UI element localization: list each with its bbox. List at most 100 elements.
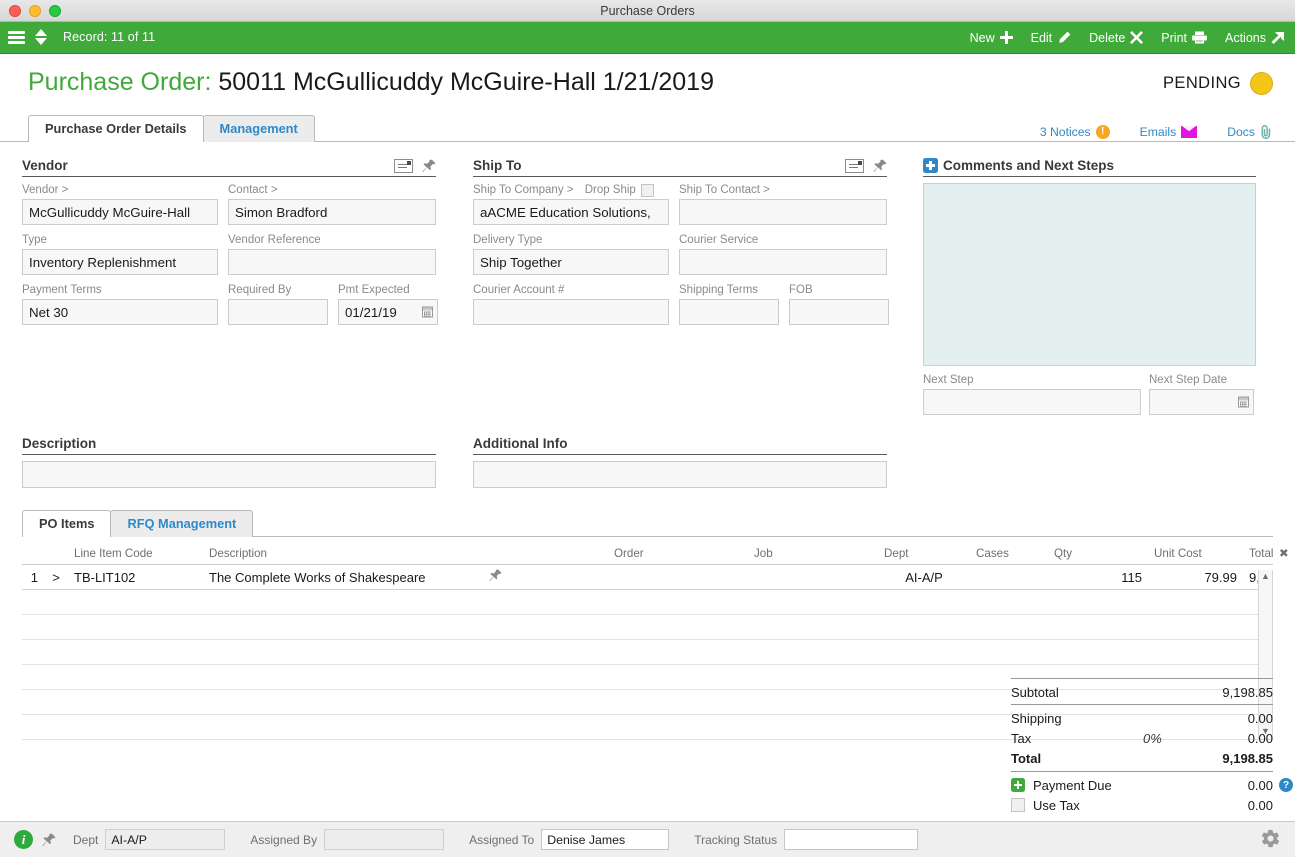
- plus-icon: [999, 31, 1013, 44]
- next-step-date-input-wrap[interactable]: [1149, 389, 1254, 415]
- actions-button[interactable]: Actions: [1225, 31, 1285, 45]
- use-tax-checkbox[interactable]: [1011, 798, 1025, 812]
- info-icon[interactable]: i: [14, 830, 33, 849]
- tax-rate[interactable]: 0%: [1143, 731, 1195, 746]
- row-description[interactable]: The Complete Works of Shakespeare: [203, 564, 483, 590]
- description-input[interactable]: [22, 461, 436, 488]
- print-button[interactable]: Print: [1161, 31, 1207, 45]
- vendor-list-view-icon[interactable]: [394, 158, 413, 173]
- col-qty[interactable]: Qty: [1048, 546, 1148, 565]
- row-order[interactable]: [608, 564, 748, 590]
- delete-button[interactable]: Delete: [1089, 31, 1144, 45]
- row-unit-cost[interactable]: 79.99: [1148, 564, 1243, 590]
- col-description[interactable]: Description: [203, 546, 483, 565]
- required-by-input[interactable]: [228, 299, 328, 325]
- status-pin-icon[interactable]: [42, 833, 56, 847]
- shipping-value[interactable]: 0.00: [1195, 711, 1273, 726]
- vendor-field-label[interactable]: Vendor >: [22, 184, 218, 197]
- add-comment-icon[interactable]: [923, 158, 938, 173]
- menu-icon[interactable]: [8, 29, 25, 47]
- total-row: Total 9,198.85: [1011, 748, 1273, 768]
- table-row[interactable]: [22, 614, 1273, 640]
- row-expand-chevron-icon[interactable]: >: [44, 564, 68, 590]
- col-dept[interactable]: Dept: [878, 546, 970, 565]
- row-line-item-code[interactable]: TB-LIT102: [68, 564, 203, 590]
- vendor-pin-icon[interactable]: [422, 159, 436, 173]
- ship-to-contact-label[interactable]: Ship To Contact >: [679, 184, 887, 197]
- next-step-input[interactable]: [923, 389, 1141, 415]
- row-dept[interactable]: AI-A/P: [878, 564, 970, 590]
- additional-info-title: Additional Info: [473, 436, 887, 455]
- tracking-status-input[interactable]: [784, 829, 919, 850]
- tab-management[interactable]: Management: [202, 115, 315, 142]
- col-expand: [44, 546, 68, 565]
- drop-ship-control[interactable]: Drop Ship: [585, 184, 654, 197]
- shipping-terms-label: Shipping Terms: [679, 284, 759, 296]
- add-payment-icon[interactable]: [1011, 778, 1025, 792]
- type-field-input[interactable]: Inventory Replenishment: [22, 249, 218, 275]
- notices-link[interactable]: 3 Notices !: [1040, 125, 1110, 139]
- fob-input[interactable]: [789, 299, 889, 325]
- assigned-by-label: Assigned By: [250, 832, 318, 847]
- col-job[interactable]: Job: [748, 546, 878, 565]
- col-line-item-code[interactable]: Line Item Code: [68, 546, 203, 565]
- drop-ship-label: Drop Ship: [584, 184, 636, 196]
- description-block: Description: [22, 436, 436, 488]
- edit-button[interactable]: Edit: [1031, 31, 1072, 45]
- vendor-reference-input[interactable]: [228, 249, 436, 275]
- notices-label: 3 Notices: [1039, 125, 1091, 139]
- assigned-by-input[interactable]: [324, 829, 445, 850]
- ship-to-list-view-icon[interactable]: [845, 158, 864, 173]
- record-navigator-icon[interactable]: [35, 29, 47, 46]
- additional-info-input[interactable]: [473, 461, 887, 488]
- drop-ship-checkbox[interactable]: [640, 184, 654, 197]
- vendor-field-input[interactable]: McGullicuddy McGuire-Hall: [22, 199, 218, 225]
- next-step-calendar-icon[interactable]: [1238, 396, 1249, 408]
- calendar-icon[interactable]: [422, 306, 433, 318]
- settings-gear-icon[interactable]: [1260, 828, 1281, 852]
- col-total[interactable]: Total: [1243, 546, 1274, 565]
- delivery-type-field: Delivery Type Ship Together: [473, 234, 669, 275]
- scroll-up-icon[interactable]: ▲: [1259, 570, 1272, 583]
- row-qty[interactable]: 115: [1048, 564, 1148, 590]
- tab-rfq-management[interactable]: RFQ Management: [110, 510, 254, 537]
- payment-due-label: Payment Due: [1033, 777, 1112, 793]
- row-cases[interactable]: [970, 564, 1048, 590]
- contact-field-label[interactable]: Contact >: [228, 184, 436, 197]
- table-row[interactable]: 1 > TB-LIT102 The Complete Works of Shak…: [22, 564, 1273, 590]
- ship-to-pin-icon[interactable]: [873, 159, 887, 173]
- header-links: 3 Notices ! Emails Docs: [1040, 125, 1273, 139]
- shipping-label: Shipping: [1011, 710, 1062, 726]
- assigned-to-input[interactable]: Denise James: [541, 829, 670, 850]
- new-button[interactable]: New: [970, 31, 1013, 45]
- ship-to-contact-input[interactable]: [679, 199, 887, 225]
- pmt-expected-input-wrap[interactable]: 01/21/19: [338, 299, 438, 325]
- shipping-terms-input[interactable]: [679, 299, 779, 325]
- row-job[interactable]: [748, 564, 878, 590]
- tracking-status-field: Tracking Status: [694, 829, 919, 850]
- payment-terms-input[interactable]: Net 30: [22, 299, 218, 325]
- contact-field-input[interactable]: Simon Bradford: [228, 199, 436, 225]
- col-cases[interactable]: Cases: [970, 546, 1048, 565]
- tab-po-items[interactable]: PO Items: [22, 510, 112, 537]
- tab-purchase-order-details[interactable]: Purchase Order Details: [28, 115, 204, 143]
- emails-link[interactable]: Emails: [1140, 125, 1198, 139]
- delivery-type-input[interactable]: Ship Together: [473, 249, 669, 275]
- col-order[interactable]: Order: [608, 546, 748, 565]
- col-rownum: [22, 546, 44, 565]
- ship-to-panel: Ship To Ship To Company > Drop Ship aACM…: [473, 158, 889, 424]
- record-counter: Record: 11 of 11: [63, 30, 156, 45]
- dept-input[interactable]: AI-A/P: [105, 829, 226, 850]
- ship-to-company-input[interactable]: aACME Education Solutions,: [473, 199, 669, 225]
- table-row[interactable]: [22, 639, 1273, 665]
- table-row[interactable]: [22, 589, 1273, 615]
- tax-value: 0.00: [1247, 730, 1273, 746]
- courier-service-input[interactable]: [679, 249, 887, 275]
- col-unit-cost[interactable]: Unit Cost: [1148, 546, 1243, 565]
- ship-to-company-label[interactable]: Ship To Company >: [473, 184, 573, 196]
- row-pin-icon[interactable]: [489, 569, 502, 582]
- comments-textarea[interactable]: [923, 183, 1256, 366]
- help-icon[interactable]: ?: [1279, 778, 1293, 792]
- docs-link[interactable]: Docs: [1227, 125, 1273, 139]
- courier-account-input[interactable]: [473, 299, 669, 325]
